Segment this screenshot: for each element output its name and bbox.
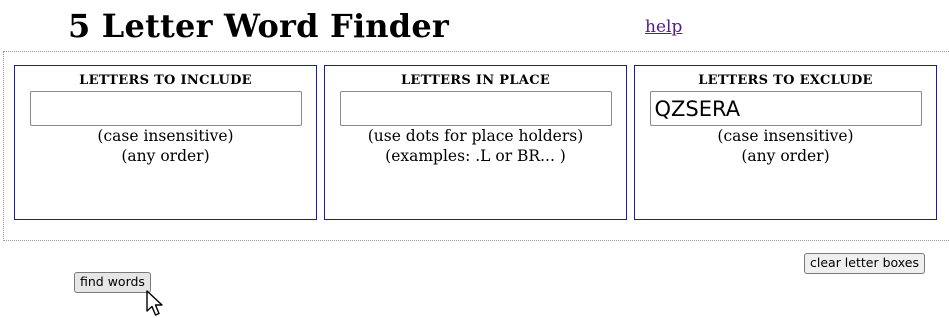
- exclude-letters-note-order: (any order): [741, 147, 830, 165]
- help-link[interactable]: help: [645, 16, 682, 38]
- mouse-pointer-icon: [146, 290, 163, 316]
- letters-in-place-input[interactable]: [339, 91, 612, 126]
- page-title: 5 Letter Word Finder: [68, 7, 449, 45]
- letters-in-place-note-dots: (use dots for place holders): [367, 127, 584, 145]
- exclude-letters-note-case: (case insensitive): [717, 127, 854, 145]
- letters-in-place-note-examples: (examples: .L or BR... ): [385, 147, 566, 165]
- include-letters-panel: LETTERS TO INCLUDE (case insensitive) (a…: [14, 65, 317, 220]
- exclude-letters-panel: LETTERS TO EXCLUDE (case insensitive) (a…: [634, 65, 937, 220]
- include-letters-note-case: (case insensitive): [97, 127, 234, 145]
- include-letters-note-order: (any order): [121, 147, 210, 165]
- include-letters-heading: LETTERS TO INCLUDE: [79, 73, 252, 88]
- exclude-letters-heading: LETTERS TO EXCLUDE: [698, 73, 873, 88]
- include-letters-input[interactable]: [29, 91, 302, 126]
- letters-in-place-panel: LETTERS IN PLACE (use dots for place hol…: [324, 65, 627, 220]
- clear-letter-boxes-button[interactable]: clear letter boxes: [804, 253, 925, 274]
- letters-in-place-heading: LETTERS IN PLACE: [400, 73, 551, 88]
- exclude-letters-input[interactable]: [649, 91, 922, 126]
- find-words-button[interactable]: find words: [74, 272, 151, 293]
